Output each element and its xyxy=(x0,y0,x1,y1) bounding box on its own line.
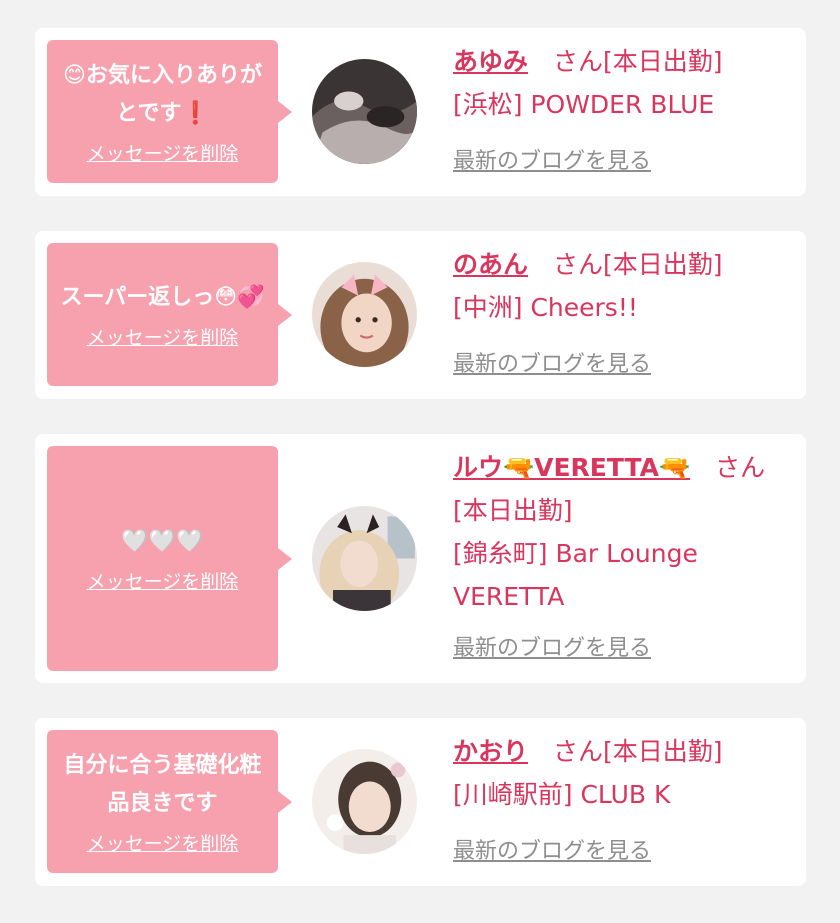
message-card: スーパー返しっ😳💞 メッセージを削除 のあん さん[本日出勤] [中洲] Che… xyxy=(35,231,806,399)
shop-name: [浜松] POWDER BLUE xyxy=(453,90,715,119)
honorific: さん xyxy=(528,47,604,76)
message-card: 😊お気に入りありがとです❗ メッセージを削除 あゆみ さん[本日出勤] [浜松]… xyxy=(35,28,806,196)
avatar[interactable] xyxy=(312,506,417,611)
avatar[interactable] xyxy=(312,59,417,164)
delete-message-link[interactable]: メッセージを削除 xyxy=(87,141,239,167)
message-bubble: 🤍🤍🤍 メッセージを削除 xyxy=(47,446,292,671)
delete-message-link[interactable]: メッセージを削除 xyxy=(87,569,239,595)
message-card: 🤍🤍🤍 メッセージを削除 ルウ🔫VERETTA🔫 さん [本日出勤] [錦糸町] … xyxy=(35,434,806,683)
avatar[interactable] xyxy=(312,262,417,367)
girl-name-link[interactable]: かおり xyxy=(453,737,528,766)
latest-blog-link[interactable]: 最新のブログを見る xyxy=(453,350,651,380)
attendance-status: [本日出勤] xyxy=(453,496,573,525)
avatar[interactable] xyxy=(312,749,417,854)
shop-name: [錦糸町] Bar Lounge VERETTA xyxy=(453,539,698,611)
honorific: さん xyxy=(528,250,604,279)
attendance-status: [本日出勤] xyxy=(603,737,723,766)
girl-info: あゆみ さん[本日出勤] [浜松] POWDER BLUE xyxy=(453,40,793,126)
message-text: 😊お気に入りありがとです❗ xyxy=(63,62,262,126)
message-bubble: 自分に合う基礎化粧品良きです メッセージを削除 xyxy=(47,730,292,873)
latest-blog-link[interactable]: 最新のブログを見る xyxy=(453,147,651,177)
girl-name-link[interactable]: あゆみ xyxy=(453,47,528,76)
attendance-status: [本日出勤] xyxy=(603,250,723,279)
girl-info: のあん さん[本日出勤] [中洲] Cheers!! xyxy=(453,243,793,329)
delete-message-link[interactable]: メッセージを削除 xyxy=(87,325,239,351)
message-text: スーパー返しっ😳💞 xyxy=(60,284,265,310)
message-bubble: 😊お気に入りありがとです❗ メッセージを削除 xyxy=(47,40,292,183)
message-bubble: スーパー返しっ😳💞 メッセージを削除 xyxy=(47,243,292,386)
delete-message-link[interactable]: メッセージを削除 xyxy=(87,831,239,857)
latest-blog-link[interactable]: 最新のブログを見る xyxy=(453,837,651,867)
message-text: 🤍🤍🤍 xyxy=(121,528,204,554)
latest-blog-link[interactable]: 最新のブログを見る xyxy=(453,634,651,664)
girl-name-link[interactable]: ルウ🔫VERETTA🔫 xyxy=(453,453,690,482)
shop-name: [川崎駅前] CLUB K xyxy=(453,780,671,809)
honorific: さん xyxy=(528,737,604,766)
message-text: 自分に合う基礎化粧品良きです xyxy=(63,752,262,816)
message-card: 自分に合う基礎化粧品良きです メッセージを削除 かおり さん[本日出勤] [川崎… xyxy=(35,718,806,886)
shop-name: [中洲] Cheers!! xyxy=(453,293,638,322)
girl-info: かおり さん[本日出勤] [川崎駅前] CLUB K xyxy=(453,730,793,816)
girl-info: ルウ🔫VERETTA🔫 さん [本日出勤] [錦糸町] Bar Lounge VE… xyxy=(453,446,793,618)
girl-name-link[interactable]: のあん xyxy=(453,250,528,279)
honorific: さん xyxy=(690,453,766,482)
attendance-status: [本日出勤] xyxy=(603,47,723,76)
